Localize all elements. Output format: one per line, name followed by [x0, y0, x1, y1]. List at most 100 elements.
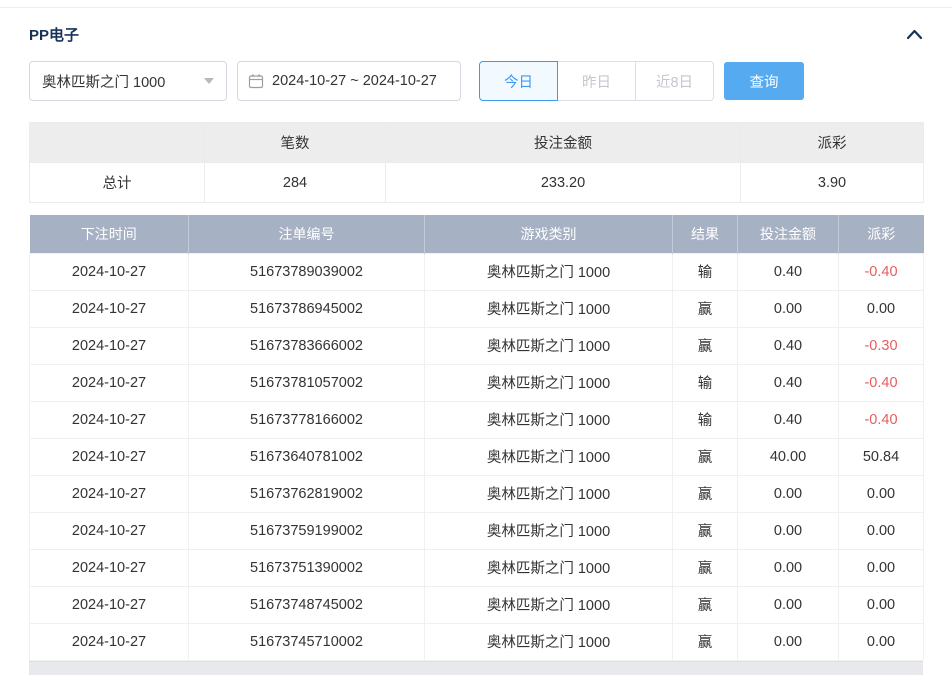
bets-table-body: 2024-10-27 51673789039002 奥林匹斯之门 1000 输 0.40…	[29, 252, 924, 661]
bets-header-row: 下注时间 注单编号 游戏类别 结果 投注金额 派彩	[29, 215, 924, 253]
cell-game-type: 奥林匹斯之门 1000	[424, 474, 673, 513]
summary-total-label: 总计	[29, 162, 205, 203]
cell-result: 输	[672, 363, 738, 402]
summary-header-bet-amount: 投注金额	[385, 122, 741, 163]
cell-payout: 0.00	[838, 511, 924, 550]
cell-bet-time: 2024-10-27	[29, 548, 189, 587]
cell-game-type: 奥林匹斯之门 1000	[424, 585, 673, 624]
table-row: 2024-10-27 51673759199002 奥林匹斯之门 1000 赢 0.00…	[29, 511, 924, 550]
quick-filter-group: 今日 昨日 近8日	[479, 61, 714, 101]
cell-result: 赢	[672, 474, 738, 513]
table-row: 2024-10-27 51673789039002 奥林匹斯之门 1000 输 0.40…	[29, 252, 924, 291]
cell-result: 赢	[672, 585, 738, 624]
cell-order-id: 51673783666002	[188, 326, 425, 365]
summary-table: 笔数 投注金额 派彩 总计 284 233.20 3.90	[29, 122, 924, 203]
panel-header: PP电子	[29, 23, 923, 45]
cell-bet-amount: 0.40	[737, 252, 839, 291]
cell-game-type: 奥林匹斯之门 1000	[424, 289, 673, 328]
game-select[interactable]: 奥林匹斯之门 1000	[29, 61, 227, 101]
dropdown-caret-icon	[204, 78, 214, 84]
date-range-value: 2024-10-27 ~ 2024-10-27	[272, 73, 437, 89]
cell-order-id: 51673778166002	[188, 400, 425, 439]
summary-total-payout: 3.90	[740, 162, 924, 203]
table-row: 2024-10-27 51673748745002 奥林匹斯之门 1000 赢 0.00…	[29, 585, 924, 624]
game-select-value: 奥林匹斯之门 1000	[42, 74, 166, 91]
cell-payout: -0.40	[838, 400, 924, 439]
cell-bet-time: 2024-10-27	[29, 622, 189, 661]
cell-result: 输	[672, 400, 738, 439]
cell-order-id: 51673751390002	[188, 548, 425, 587]
cell-game-type: 奥林匹斯之门 1000	[424, 511, 673, 550]
cell-bet-amount: 0.00	[737, 289, 839, 328]
cell-bet-time: 2024-10-27	[29, 289, 189, 328]
cell-order-id: 51673762819002	[188, 474, 425, 513]
cell-bet-time: 2024-10-27	[29, 474, 189, 513]
cell-bet-time: 2024-10-27	[29, 437, 189, 476]
date-range-picker[interactable]: 2024-10-27 ~ 2024-10-27	[237, 61, 461, 101]
chevron-up-icon	[906, 29, 923, 39]
cell-payout: -0.40	[838, 252, 924, 291]
cell-order-id: 51673640781002	[188, 437, 425, 476]
summary-header-payout: 派彩	[740, 122, 924, 163]
table-row: 2024-10-27 51673762819002 奥林匹斯之门 1000 赢 0.00…	[29, 474, 924, 513]
pp-slots-panel: PP电子 奥林匹斯之门 1000 2024-10-27 ~ 2024-10-27…	[0, 23, 952, 675]
cell-bet-amount: 0.00	[737, 622, 839, 661]
cell-payout: -0.40	[838, 363, 924, 402]
cell-game-type: 奥林匹斯之门 1000	[424, 400, 673, 439]
collapse-panel-button[interactable]	[906, 29, 923, 40]
column-header-bet-time: 下注时间	[29, 215, 189, 253]
cell-result: 赢	[672, 437, 738, 476]
cell-payout: 0.00	[838, 289, 924, 328]
cell-order-id: 51673745710002	[188, 622, 425, 661]
cell-payout: 0.00	[838, 548, 924, 587]
quick-filter-yesterday[interactable]: 昨日	[557, 61, 636, 101]
cell-order-id: 51673786945002	[188, 289, 425, 328]
table-row: 2024-10-27 51673783666002 奥林匹斯之门 1000 赢 0.40…	[29, 326, 924, 365]
summary-total-row: 总计 284 233.20 3.90	[29, 162, 924, 203]
cell-result: 赢	[672, 548, 738, 587]
next-section-partial	[29, 660, 923, 675]
quick-filter-last8days[interactable]: 近8日	[635, 61, 714, 101]
cell-payout: 0.00	[838, 474, 924, 513]
query-button[interactable]: 查询	[724, 62, 804, 100]
cell-bet-time: 2024-10-27	[29, 363, 189, 402]
table-row: 2024-10-27 51673751390002 奥林匹斯之门 1000 赢 0.00…	[29, 548, 924, 587]
cell-order-id: 51673789039002	[188, 252, 425, 291]
cell-bet-amount: 0.00	[737, 548, 839, 587]
cell-order-id: 51673781057002	[188, 363, 425, 402]
cell-bet-time: 2024-10-27	[29, 252, 189, 291]
table-row: 2024-10-27 51673745710002 奥林匹斯之门 1000 赢 0.00…	[29, 622, 924, 661]
cell-bet-amount: 0.40	[737, 400, 839, 439]
cell-payout: 50.84	[838, 437, 924, 476]
cell-bet-amount: 0.00	[737, 511, 839, 550]
cell-order-id: 51673748745002	[188, 585, 425, 624]
summary-total-bet-amount: 233.20	[385, 162, 741, 203]
column-header-payout: 派彩	[838, 215, 924, 253]
cell-bet-amount: 40.00	[737, 437, 839, 476]
cell-bet-amount: 0.00	[737, 474, 839, 513]
cell-result: 赢	[672, 622, 738, 661]
cell-game-type: 奥林匹斯之门 1000	[424, 548, 673, 587]
table-row: 2024-10-27 51673640781002 奥林匹斯之门 1000 赢 40.0…	[29, 437, 924, 476]
summary-header-empty	[29, 122, 205, 163]
cell-game-type: 奥林匹斯之门 1000	[424, 252, 673, 291]
cell-payout: 0.00	[838, 622, 924, 661]
table-row: 2024-10-27 51673781057002 奥林匹斯之门 1000 输 0.40…	[29, 363, 924, 402]
column-header-result: 结果	[672, 215, 738, 253]
cell-payout: -0.30	[838, 326, 924, 365]
cell-payout: 0.00	[838, 585, 924, 624]
cell-order-id: 51673759199002	[188, 511, 425, 550]
table-row: 2024-10-27 51673778166002 奥林匹斯之门 1000 输 0.40…	[29, 400, 924, 439]
filter-bar: 奥林匹斯之门 1000 2024-10-27 ~ 2024-10-27 今日 昨日…	[29, 61, 923, 101]
quick-filter-today[interactable]: 今日	[479, 61, 558, 101]
cell-result: 赢	[672, 326, 738, 365]
column-header-order-id: 注单编号	[188, 215, 425, 253]
calendar-icon	[248, 74, 264, 89]
cell-bet-amount: 0.00	[737, 585, 839, 624]
cell-game-type: 奥林匹斯之门 1000	[424, 622, 673, 661]
top-divider	[0, 0, 952, 8]
summary-header-row: 笔数 投注金额 派彩	[29, 122, 924, 163]
cell-result: 赢	[672, 289, 738, 328]
column-header-bet-amount: 投注金额	[737, 215, 839, 253]
cell-bet-time: 2024-10-27	[29, 511, 189, 550]
